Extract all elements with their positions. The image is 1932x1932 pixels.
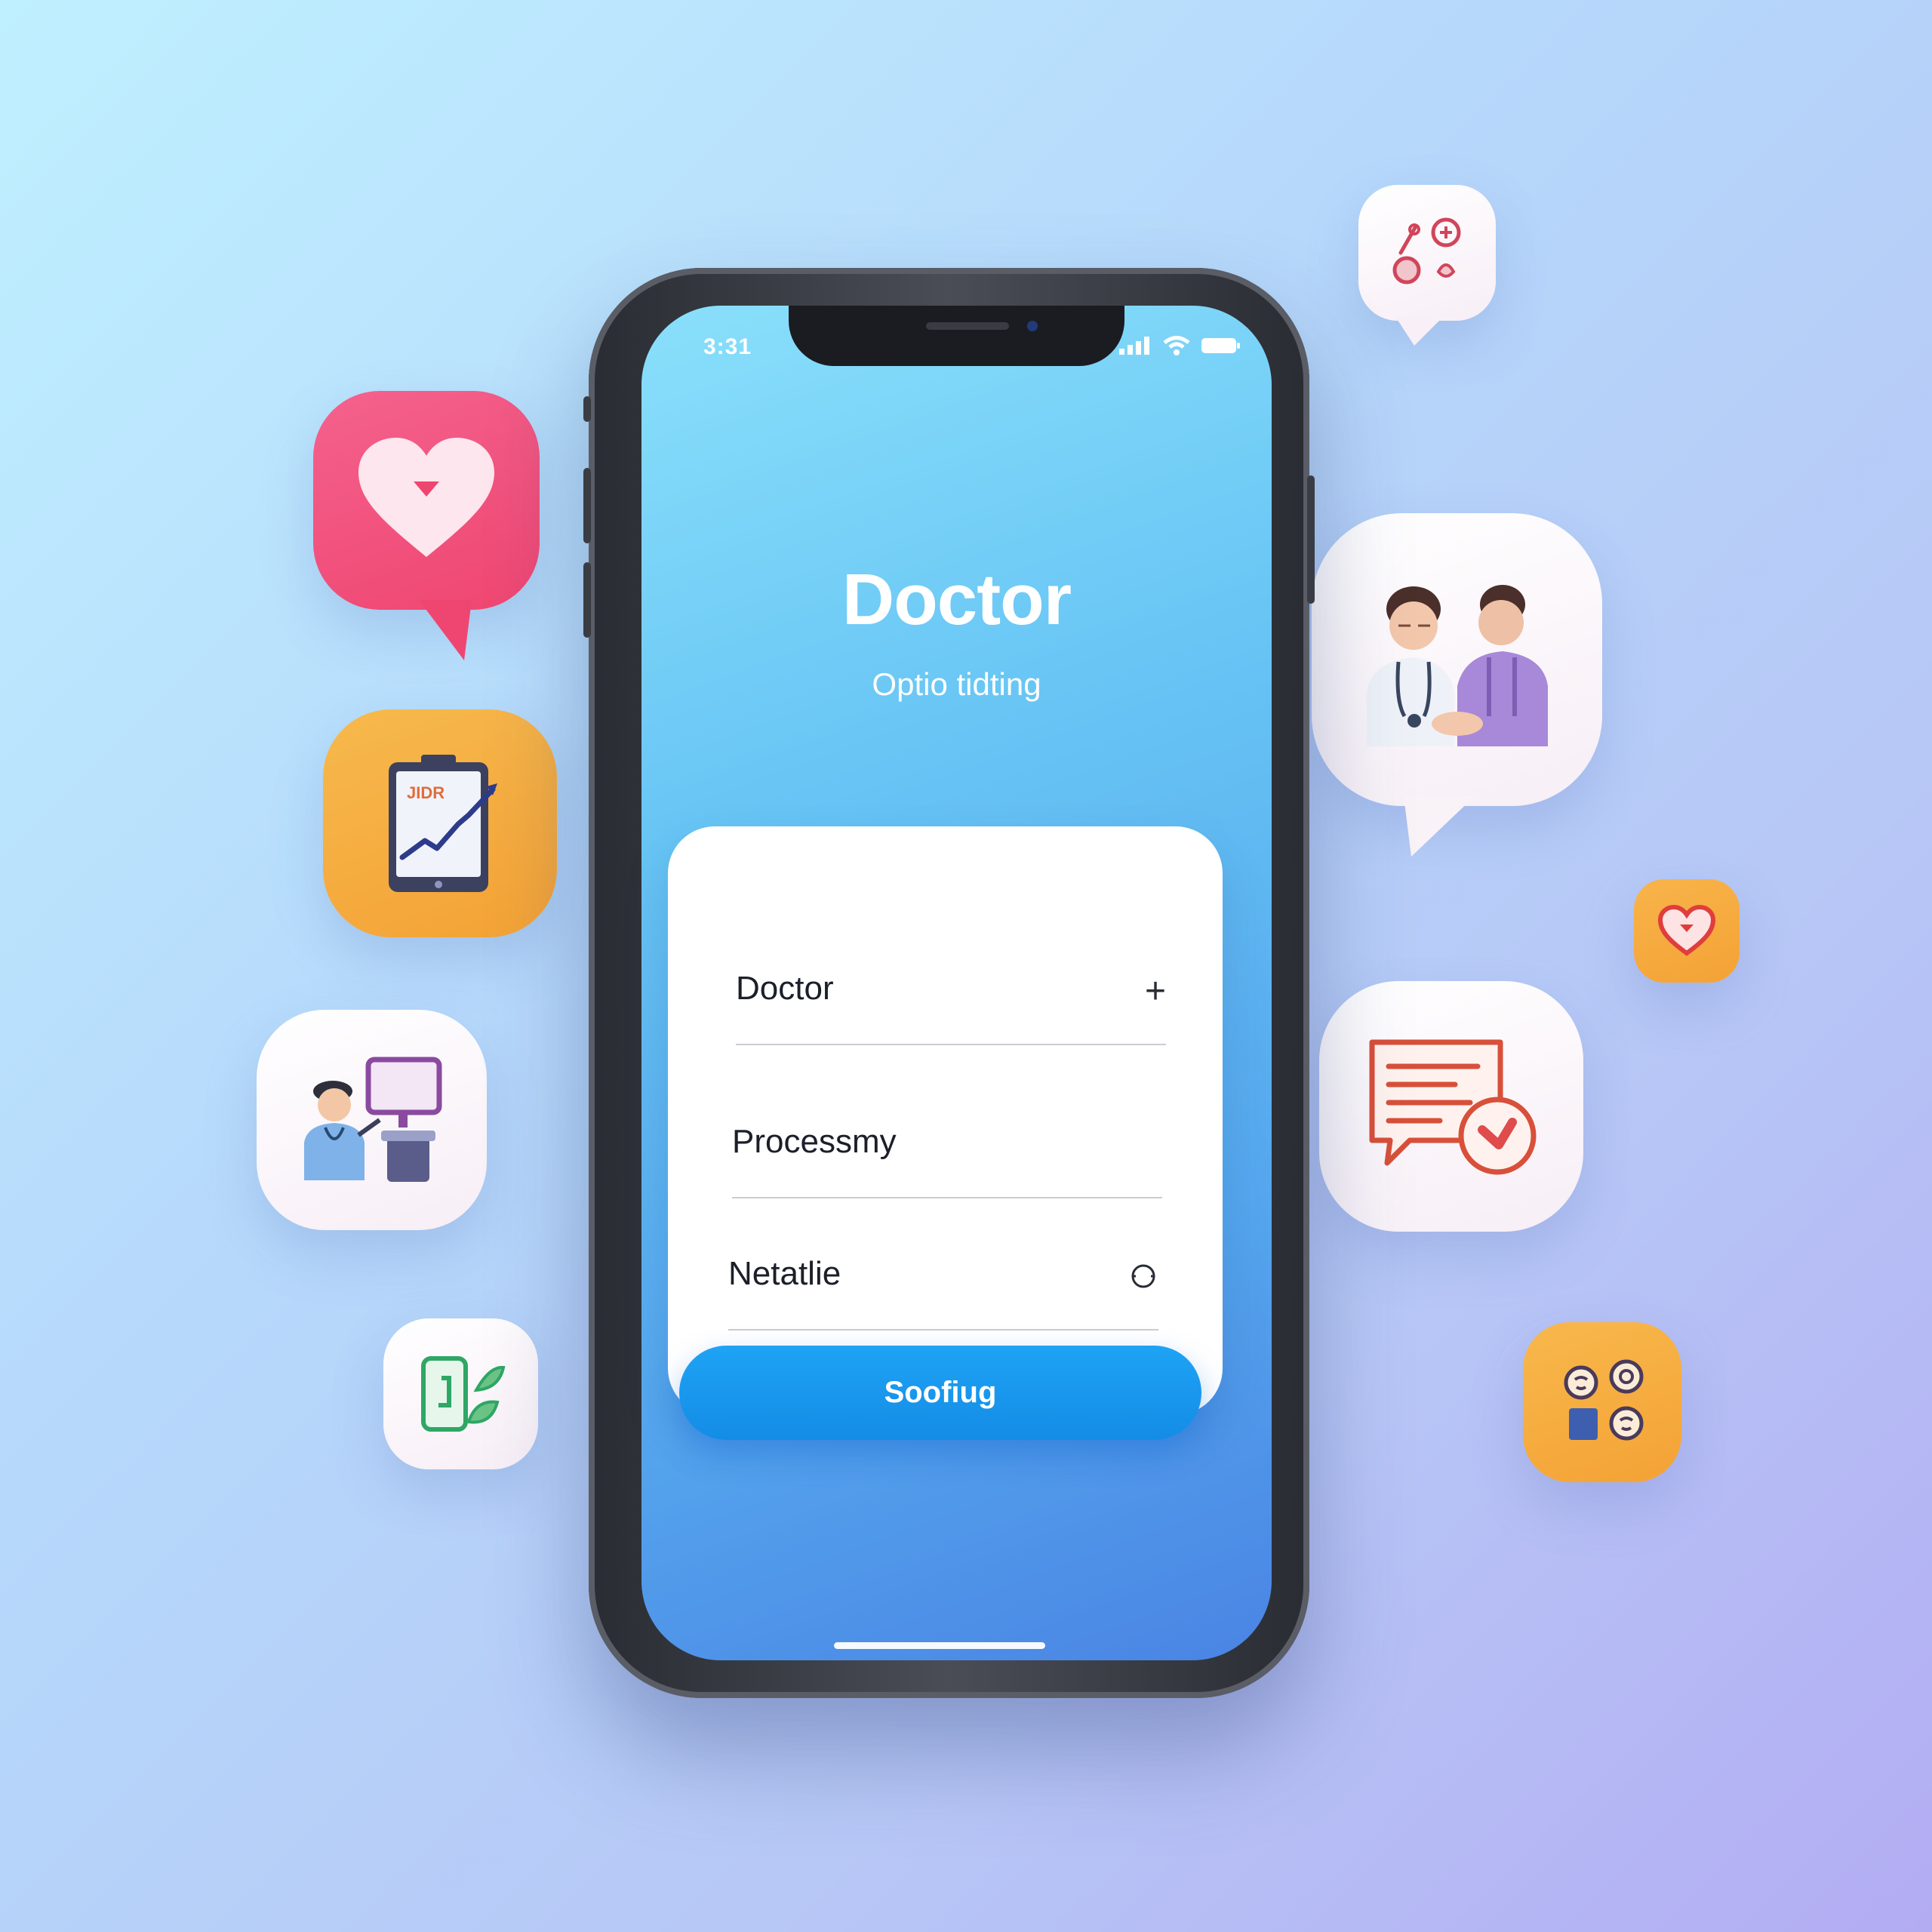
status-icons — [1119, 336, 1240, 355]
bubble-tail — [1395, 315, 1444, 346]
heart-icon — [358, 438, 494, 557]
green-app-tile[interactable] — [383, 1318, 538, 1469]
pills-icon — [1564, 1359, 1644, 1441]
wifi-icon — [1163, 336, 1190, 355]
volume-down-button — [583, 562, 591, 638]
plus-icon[interactable]: + — [1145, 971, 1166, 1012]
divider — [728, 1329, 1158, 1331]
circle-icon[interactable] — [1128, 1259, 1158, 1300]
app-title: Doctor — [841, 559, 1072, 640]
small-heart-tile[interactable] — [1634, 879, 1740, 983]
list-item-label: Processmy — [732, 1123, 897, 1160]
bubble-tail — [419, 600, 472, 660]
form-card: Doctor + Processmy Netatlie — [668, 826, 1223, 1415]
primary-action-button[interactable]: Soofiug — [679, 1346, 1201, 1440]
divider — [732, 1197, 1162, 1198]
volume-up-button — [583, 468, 591, 543]
green-phone-leaf-icon — [420, 1356, 505, 1432]
heart-bubble[interactable] — [313, 391, 540, 610]
speaker — [926, 322, 1009, 330]
bubble-tail — [1404, 796, 1475, 857]
home-indicator[interactable] — [834, 1642, 1045, 1649]
tablet-chart-icon: JIDR — [389, 755, 497, 892]
doctor-computer-icon — [303, 1057, 441, 1182]
front-camera — [1027, 321, 1038, 331]
doctor-computer-tile[interactable] — [257, 1010, 487, 1230]
list-item-doctor[interactable]: Doctor + — [736, 932, 1166, 1045]
signal-icon — [1119, 337, 1149, 355]
notch — [789, 306, 1124, 366]
tablet-screen-text: JIDR — [407, 783, 445, 802]
divider — [736, 1044, 1166, 1045]
medical-symbols-icon — [1392, 217, 1461, 285]
list-item-label: Doctor — [736, 970, 834, 1007]
chat-report-tile[interactable] — [1319, 981, 1583, 1232]
doctor-patient-icon — [1366, 585, 1548, 746]
medicine-tile[interactable] — [1523, 1322, 1681, 1482]
app-subtitle: Optio tidting — [872, 666, 1041, 702]
tablet-chart-tile[interactable]: JIDR — [323, 709, 557, 937]
status-time: 3:31 — [703, 334, 752, 359]
power-button — [1307, 475, 1315, 604]
list-item-label: Netatlie — [728, 1255, 841, 1292]
chat-report-icon — [1369, 1039, 1537, 1175]
list-item-netatlie[interactable]: Netatlie — [728, 1217, 1158, 1331]
battery-icon — [1201, 338, 1240, 353]
mute-switch — [583, 396, 591, 422]
heart-outline-icon — [1657, 904, 1716, 956]
list-item-processmy[interactable]: Processmy — [732, 1085, 1162, 1198]
doctor-patient-bubble[interactable] — [1312, 513, 1602, 806]
medical-symbols-bubble[interactable] — [1358, 185, 1496, 321]
